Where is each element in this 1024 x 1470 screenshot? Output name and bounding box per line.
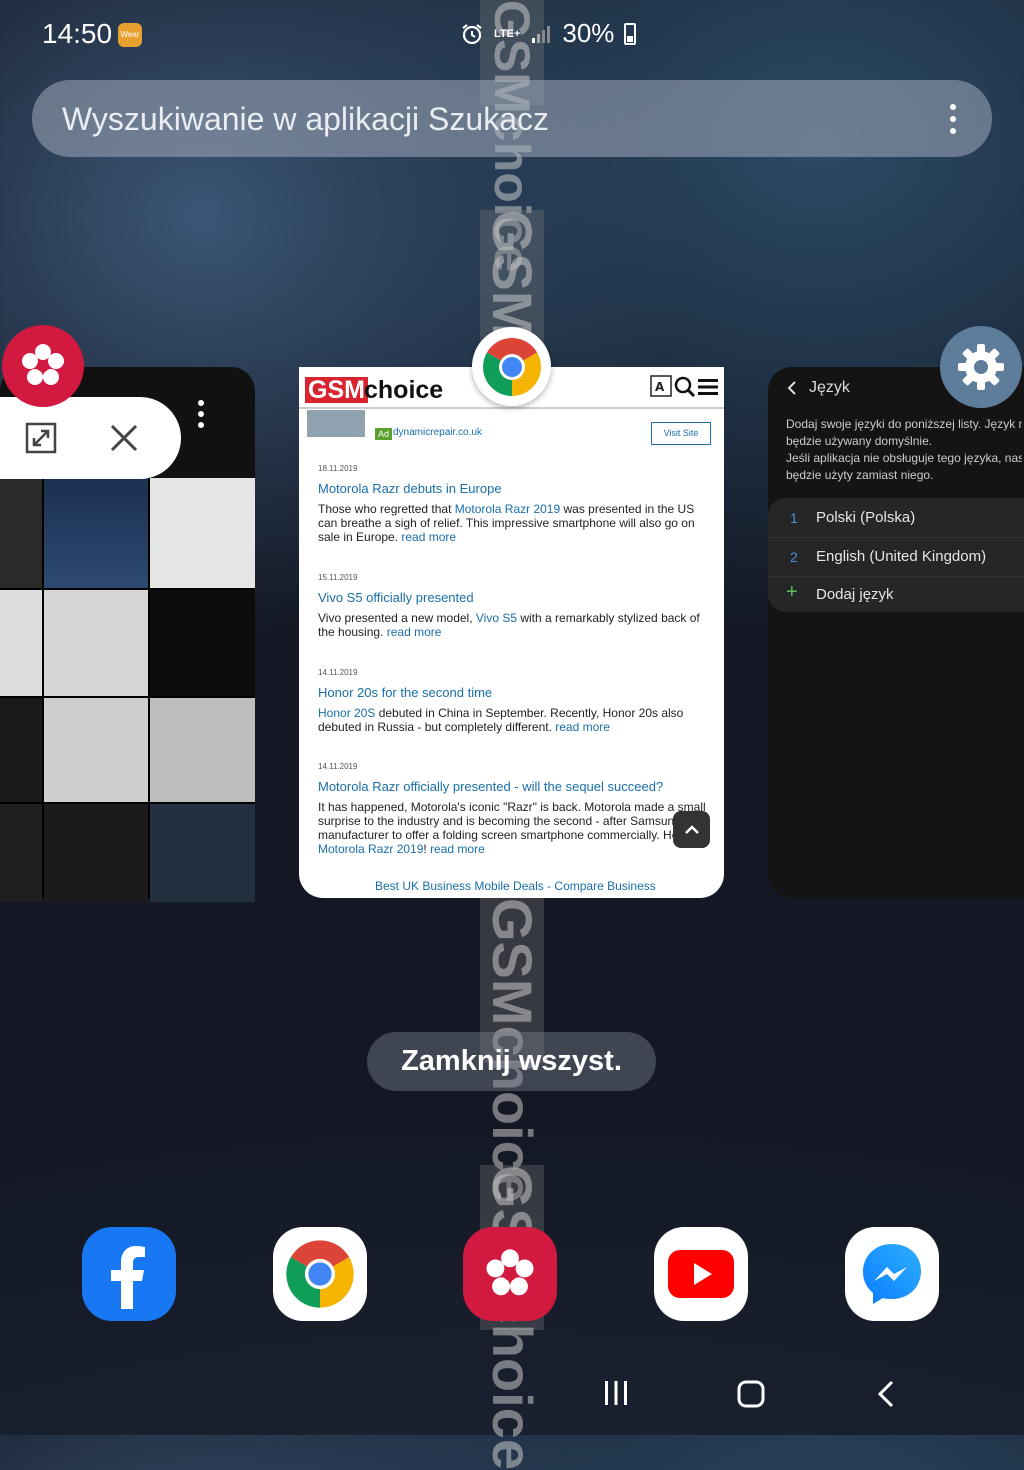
close-icon[interactable]: [108, 422, 140, 454]
read-more-link[interactable]: read more: [555, 720, 610, 734]
chrome-app[interactable]: [273, 1227, 367, 1321]
site-logo-gsm: GSM: [305, 377, 368, 403]
gallery-app[interactable]: [463, 1227, 557, 1321]
news-title[interactable]: Vivo S5 officially presented: [318, 590, 710, 605]
language-item[interactable]: 1 Polski (Polska): [768, 499, 1024, 538]
recents-nav-icon[interactable]: [603, 1380, 629, 1406]
card-more-options-icon[interactable]: [196, 400, 206, 428]
youtube-icon: [668, 1250, 734, 1298]
news-item: 18.11.2019 Motorola Razr debuts in Europ…: [318, 464, 710, 544]
messenger-icon: [863, 1244, 921, 1304]
chrome-icon: [286, 1240, 354, 1308]
gallery-app-icon[interactable]: [2, 325, 84, 407]
close-all-button[interactable]: Zamknij wszyst.: [367, 1032, 656, 1091]
youtube-app[interactable]: [654, 1227, 748, 1321]
language-title: Język: [809, 379, 850, 396]
battery-percent: 30%: [562, 18, 615, 48]
status-icons: LTE+ 30%: [460, 18, 637, 49]
messenger-app[interactable]: [845, 1227, 939, 1321]
news-title[interactable]: Honor 20s for the second time: [318, 685, 710, 700]
home-nav-icon[interactable]: [737, 1380, 765, 1408]
status-time: 14:50: [42, 18, 113, 49]
site-logo-choice: choice: [364, 376, 444, 404]
visit-site-button[interactable]: Visit Site: [651, 422, 711, 445]
search-more-options-icon[interactable]: [948, 104, 958, 134]
search-placeholder: Wyszukiwanie w aplikacji Szukacz: [62, 101, 549, 137]
network-label: LTE+: [494, 27, 521, 40]
chrome-icon: [482, 337, 541, 396]
ad-thumbnail: [307, 410, 365, 437]
add-language-button[interactable]: + Dodaj język: [768, 576, 1024, 614]
flower-icon: [22, 344, 64, 385]
news-item: 15.11.2019 Vivo S5 officially presented …: [318, 573, 710, 639]
news-date: 14.11.2019: [318, 762, 358, 771]
expand-window-icon[interactable]: [25, 422, 57, 454]
read-more-link[interactable]: read more: [387, 625, 442, 639]
back-chevron-icon[interactable]: [786, 380, 798, 396]
news-body: Honor 20S debuted in China in September.…: [318, 706, 684, 734]
back-nav-icon[interactable]: [876, 1379, 896, 1409]
news-title[interactable]: Motorola Razr officially presented - wil…: [318, 779, 710, 794]
facebook-app[interactable]: [82, 1227, 176, 1321]
ad-domain: dynamicrepair.co.uk: [393, 427, 482, 438]
wear-badge: Wear: [118, 23, 142, 47]
facebook-icon: [111, 1246, 145, 1309]
news-body: Vivo presented a new model, Vivo S5 with…: [318, 611, 700, 639]
ad-badge: Ad: [375, 428, 393, 440]
scroll-to-top-button[interactable]: [673, 811, 710, 848]
news-body: It has happened, Motorola's iconic "Razr…: [318, 800, 706, 856]
read-more-link[interactable]: read more: [430, 842, 485, 856]
site-menu-icon[interactable]: [698, 378, 718, 396]
bottom-ad-text: Best UK Business Mobile Deals - Compare …: [375, 879, 656, 893]
language-description: Dodaj swoje języki do poniższej listy. J…: [786, 417, 1022, 482]
news-date: 18.11.2019: [318, 464, 358, 473]
gallery-icon: [486, 1249, 534, 1296]
news-date: 15.11.2019: [318, 573, 358, 582]
news-body: Those who regretted that Motorola Razr 2…: [318, 502, 695, 544]
alarm-icon: [462, 23, 482, 44]
signal-icon: [532, 25, 551, 43]
news-date: 14.11.2019: [318, 668, 358, 677]
gear-icon: [958, 344, 1004, 390]
site-search-icon[interactable]: [674, 376, 696, 398]
translate-icon[interactable]: A: [650, 375, 672, 397]
read-more-link[interactable]: read more: [401, 530, 456, 544]
chevron-up-icon: [684, 825, 699, 834]
battery-icon: [624, 22, 637, 45]
news-item: 14.11.2019 Motorola Razr officially pres…: [318, 762, 710, 856]
news-title[interactable]: Motorola Razr debuts in Europe: [318, 481, 710, 496]
chrome-app-icon[interactable]: [472, 327, 551, 406]
plus-icon: +: [786, 581, 798, 603]
gallery-thumbnail-grid: [0, 478, 255, 902]
news-item: 14.11.2019 Honor 20s for the second time…: [318, 668, 710, 734]
language-item[interactable]: 2 English (United Kingdom): [768, 538, 1024, 577]
settings-app-icon[interactable]: [940, 326, 1022, 408]
svg-text:A: A: [655, 380, 665, 394]
